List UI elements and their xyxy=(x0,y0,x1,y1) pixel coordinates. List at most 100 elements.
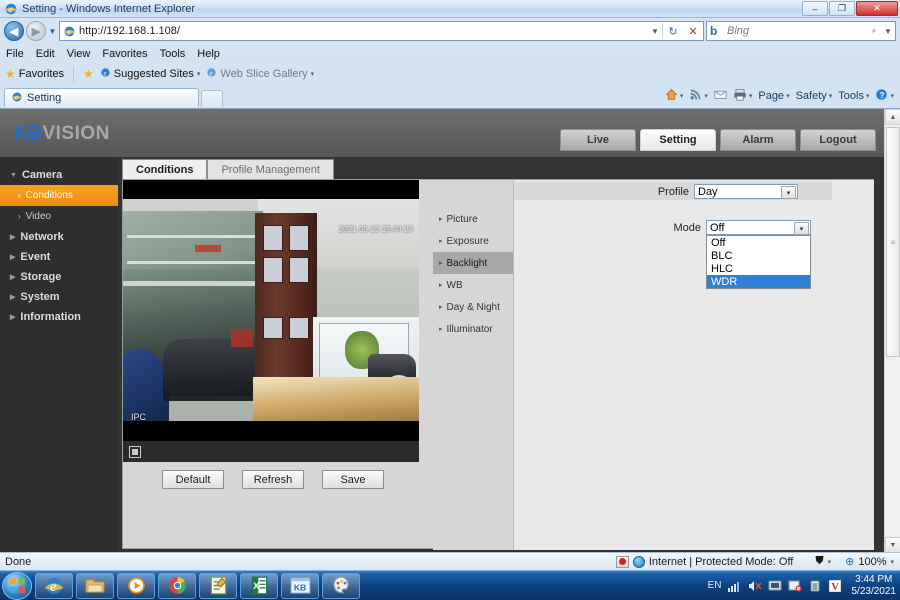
help-button[interactable]: ? ▾ xyxy=(873,88,896,104)
close-button[interactable]: ✕ xyxy=(856,1,898,16)
nav-tab-live[interactable]: Live xyxy=(560,129,636,151)
expand-icon[interactable] xyxy=(129,445,141,458)
popup-blocked-icon[interactable] xyxy=(615,555,629,568)
chevron-down-icon[interactable]: ▾ xyxy=(829,92,833,100)
history-dropdown-icon[interactable]: ▼ xyxy=(46,21,59,41)
video-preview[interactable]: 2021-05-23 15:44:23 IPC xyxy=(123,180,419,462)
chevron-down-icon[interactable]: ▾ xyxy=(794,222,809,235)
action-center-icon[interactable] xyxy=(768,579,782,593)
new-tab-button[interactable] xyxy=(201,90,223,107)
sidebar-item-network[interactable]: ▶ Network xyxy=(0,227,118,247)
minimize-button[interactable]: – xyxy=(802,1,828,16)
sidebar-item-system[interactable]: ▶ System xyxy=(0,287,118,307)
menu-view[interactable]: View xyxy=(67,48,91,60)
zoom-icon[interactable]: ⊕ xyxy=(845,555,854,568)
address-dropdown-icon[interactable]: ▼ xyxy=(648,27,662,36)
sidebar-item-storage[interactable]: ▶ Storage xyxy=(0,267,118,287)
chevron-down-icon[interactable]: ▾ xyxy=(890,558,894,566)
scrollbar-thumb[interactable]: ≡ xyxy=(886,127,900,357)
menu-tools[interactable]: Tools xyxy=(160,48,186,60)
language-indicator[interactable]: EN xyxy=(708,580,722,591)
default-button[interactable]: Default xyxy=(162,470,224,489)
add-favorite-icon[interactable]: ★ xyxy=(83,67,94,81)
nav-tab-setting[interactable]: Setting xyxy=(640,129,716,151)
mode-option-blc[interactable]: BLC xyxy=(707,249,810,262)
battery-icon[interactable] xyxy=(808,579,822,593)
read-mail-button[interactable] xyxy=(712,88,729,104)
security-zone[interactable]: Internet | Protected Mode: Off xyxy=(632,555,793,568)
page-menu-button[interactable]: Page ▾ xyxy=(756,90,791,102)
menu-file[interactable]: File xyxy=(6,48,24,60)
menu-favorites[interactable]: Favorites xyxy=(102,48,147,60)
mode-option-hlc[interactable]: HLC xyxy=(707,262,810,275)
mode-select[interactable]: Off ▾ xyxy=(706,220,811,235)
stop-icon[interactable]: ✕ xyxy=(683,22,703,40)
taskbar-notepad[interactable] xyxy=(199,572,237,599)
sidebar-item-conditions[interactable]: › Conditions xyxy=(0,185,118,206)
condition-item-picture[interactable]: ▸ Picture xyxy=(433,208,513,230)
taskbar-media-player[interactable] xyxy=(117,572,155,599)
feeds-button[interactable]: ▾ xyxy=(687,88,710,104)
antivirus-icon[interactable] xyxy=(788,579,802,593)
sidebar-item-information[interactable]: ▶ Information xyxy=(0,307,118,327)
v-app-icon[interactable]: V xyxy=(828,579,842,593)
scroll-down-button[interactable]: ▼ xyxy=(885,537,900,552)
condition-item-day-night[interactable]: ▸ Day & Night xyxy=(433,296,513,318)
condition-item-wb[interactable]: ▸ WB xyxy=(433,274,513,296)
suggested-sites-button[interactable]: e Suggested Sites ▾ xyxy=(100,67,200,81)
mode-option-wdr[interactable]: WDR xyxy=(707,275,810,288)
chevron-down-icon[interactable]: ▾ xyxy=(781,186,796,199)
condition-item-illuminator[interactable]: ▸ Illuminator xyxy=(433,318,513,340)
chevron-down-icon[interactable]: ▾ xyxy=(890,92,894,100)
web-slice-gallery-button[interactable]: e Web Slice Gallery ▾ xyxy=(206,67,314,81)
sidebar-item-event[interactable]: ▶ Event xyxy=(0,247,118,267)
profile-select[interactable]: Day ▾ xyxy=(694,184,798,199)
condition-item-backlight[interactable]: ▸ Backlight xyxy=(433,252,513,274)
browser-tab-setting[interactable]: e Setting xyxy=(4,88,199,107)
taskbar-excel[interactable]: X xyxy=(240,572,278,599)
mode-option-off[interactable]: Off xyxy=(707,236,810,249)
menu-edit[interactable]: Edit xyxy=(36,48,55,60)
search-input[interactable]: Bing xyxy=(727,25,867,37)
volume-muted-icon[interactable] xyxy=(748,579,762,593)
taskbar-internet-explorer[interactable]: e xyxy=(35,572,73,599)
refresh-button[interactable]: Refresh xyxy=(242,470,304,489)
taskbar-google-chrome[interactable] xyxy=(158,572,196,599)
save-button[interactable]: Save xyxy=(322,470,384,489)
favorites-button[interactable]: ★ Favorites xyxy=(5,67,64,81)
taskbar-kb-app[interactable]: KB xyxy=(281,572,319,599)
privacy-icon[interactable]: ⛊ xyxy=(815,555,823,568)
address-bar[interactable]: e http://192.168.1.108/ ▼ ↻ ✕ xyxy=(59,21,704,41)
tools-menu-button[interactable]: Tools ▾ xyxy=(836,90,871,102)
search-box[interactable]: b Bing ⌕ ▼ xyxy=(706,21,896,41)
taskbar-paint[interactable] xyxy=(322,572,360,599)
back-button[interactable]: ◀ xyxy=(4,21,24,41)
taskbar-clock[interactable]: 3:44 PM 5/23/2021 xyxy=(848,574,897,598)
tab-profile-management[interactable]: Profile Management xyxy=(207,159,334,179)
safety-menu-button[interactable]: Safety ▾ xyxy=(794,90,835,102)
condition-item-exposure[interactable]: ▸ Exposure xyxy=(433,230,513,252)
nav-tab-logout[interactable]: Logout xyxy=(800,129,876,151)
chevron-down-icon[interactable]: ▾ xyxy=(786,92,790,100)
chevron-down-icon[interactable]: ▾ xyxy=(828,558,832,566)
home-button[interactable]: ▾ xyxy=(663,88,686,104)
chevron-down-icon[interactable]: ▾ xyxy=(866,92,870,100)
refresh-icon[interactable]: ↻ xyxy=(663,22,683,40)
chevron-down-icon[interactable]: ▾ xyxy=(749,92,753,100)
search-icon[interactable]: ⌕ xyxy=(867,26,881,36)
zoom-level[interactable]: 100% xyxy=(858,556,886,568)
nav-tab-alarm[interactable]: Alarm xyxy=(720,129,796,151)
print-button[interactable]: ▾ xyxy=(731,88,755,104)
scroll-up-button[interactable]: ▲ xyxy=(885,109,900,125)
tab-conditions[interactable]: Conditions xyxy=(122,159,208,179)
sidebar-item-camera[interactable]: ▼ Camera xyxy=(0,165,118,185)
sidebar-item-video[interactable]: › Video xyxy=(0,206,118,227)
start-button[interactable] xyxy=(2,571,32,600)
menu-help[interactable]: Help xyxy=(197,48,220,60)
taskbar-windows-explorer[interactable] xyxy=(76,572,114,599)
chevron-down-icon[interactable]: ▾ xyxy=(680,92,684,100)
chevron-down-icon[interactable]: ▾ xyxy=(704,92,708,100)
page-scrollbar[interactable]: ▲ ≡ ▼ xyxy=(884,109,900,552)
search-provider-caret-icon[interactable]: ▼ xyxy=(881,27,895,36)
network-icon[interactable] xyxy=(727,579,742,593)
